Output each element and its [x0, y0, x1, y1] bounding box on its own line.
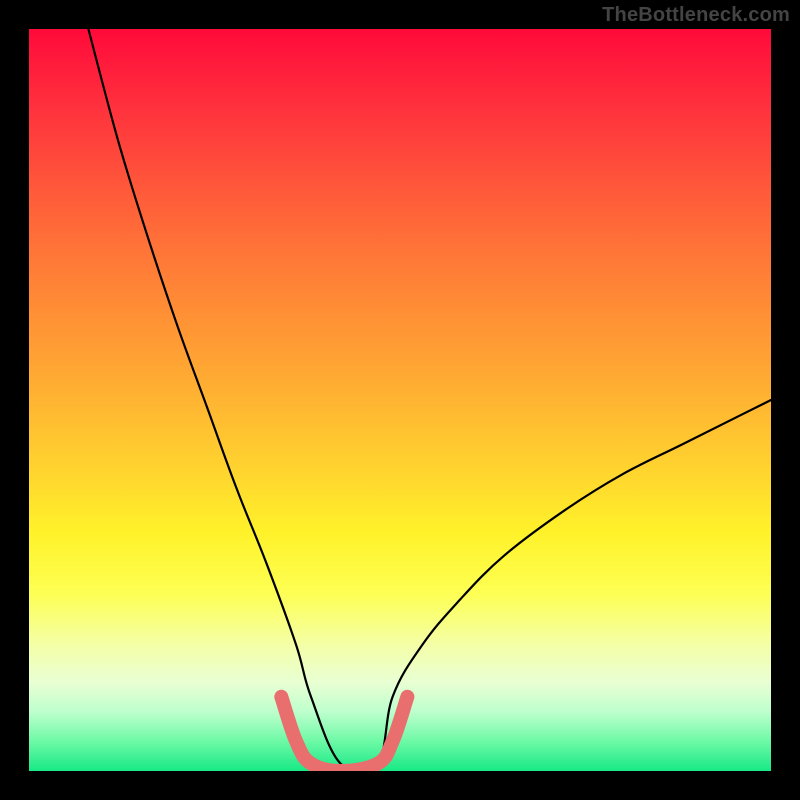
chart-frame: TheBottleneck.com: [0, 0, 800, 800]
watermark-text: TheBottleneck.com: [602, 4, 790, 27]
curve-layer: [29, 29, 771, 771]
plot-area: [29, 29, 771, 771]
black-curve: [88, 29, 771, 771]
